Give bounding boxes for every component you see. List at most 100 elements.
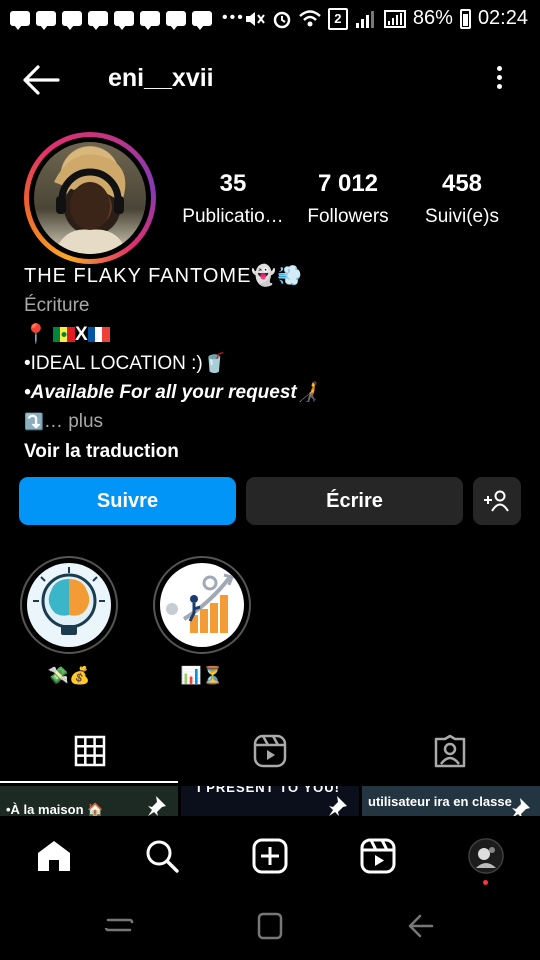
bio-line-ideal: •IDEAL LOCATION :)🥤 xyxy=(24,353,227,374)
reels-icon xyxy=(360,838,396,874)
dot-icon xyxy=(496,75,502,80)
growth-chart-icon xyxy=(166,573,234,633)
highlight-cover xyxy=(20,556,118,654)
clock: 02:24 xyxy=(477,7,528,29)
bio-line-available: •Available For all your request🧑‍🦯 xyxy=(24,382,321,403)
follow-button[interactable]: Suivre xyxy=(19,477,236,525)
battery-percentage: 86% xyxy=(412,7,453,29)
following-stat[interactable]: 458 Suivi(e)s xyxy=(416,170,508,228)
message-notification-icon xyxy=(114,10,134,30)
highlight-item[interactable]: 💸💰 xyxy=(17,556,121,686)
home-icon xyxy=(38,841,70,871)
wifi-icon xyxy=(299,9,321,26)
active-tab-indicator xyxy=(0,781,178,783)
message-notification-icon xyxy=(10,10,30,30)
more-link[interactable]: … plus xyxy=(44,411,103,432)
highlight-label: 📊⏳ xyxy=(180,666,224,685)
status-bar: ••• 2 86% 02:24 xyxy=(0,0,540,38)
nav-create[interactable] xyxy=(250,836,290,876)
username-title: eni__xvii xyxy=(108,64,214,92)
tagged-user-icon xyxy=(434,734,466,768)
bio-more-row[interactable]: ⤵️… plus xyxy=(24,407,524,437)
highlight-item[interactable]: 📊⏳ xyxy=(150,556,254,686)
more-notifications-icon: ••• xyxy=(222,9,245,26)
display-name: THE FLAKY FANTOME👻💨 xyxy=(24,265,304,287)
avatar-frame xyxy=(29,137,151,259)
profile-avatar-icon xyxy=(468,838,504,874)
profile-header: eni__xvii xyxy=(0,50,540,110)
dot-icon xyxy=(496,84,502,89)
message-notification-icon xyxy=(166,10,186,30)
post-thumbnail-text: •À la maison 🏠 xyxy=(6,802,104,816)
post-thumbnail-text: I PRESENT TO YOU! xyxy=(197,786,340,795)
sim-slot-badge: 2 xyxy=(327,7,348,30)
message-notification-icon xyxy=(62,10,82,30)
post-thumbnail-text: utilisateur ira en classe xyxy=(368,794,512,809)
tab-tagged[interactable] xyxy=(360,720,540,782)
highlight-cover xyxy=(153,556,251,654)
message-notification-icon xyxy=(140,10,160,30)
home-square-icon xyxy=(257,912,283,940)
profile-photo xyxy=(54,154,128,254)
translate-link[interactable]: Voir la traduction xyxy=(24,437,524,466)
message-notification-icon xyxy=(88,10,108,30)
search-icon xyxy=(146,840,179,873)
posts-count: 35 xyxy=(219,170,247,197)
nav-reels[interactable] xyxy=(358,836,398,876)
grid-icon xyxy=(74,735,106,767)
post-thumbnail[interactable]: utilisateur ira en classe xyxy=(362,786,540,816)
recent-apps-button[interactable] xyxy=(100,908,140,944)
arrow-down-icon: ⤵️ xyxy=(24,414,44,431)
message-button[interactable]: Écrire xyxy=(246,477,463,525)
notification-icons: ••• xyxy=(10,9,245,30)
notification-dot xyxy=(483,880,488,885)
posts-stat[interactable]: 35 Publicatio… xyxy=(176,170,290,228)
following-label: Suivi(e)s xyxy=(425,206,499,227)
signal-strength-icon xyxy=(383,9,406,28)
message-notification-icon xyxy=(192,10,212,30)
pin-icon xyxy=(329,796,347,816)
avatar-thumbnail xyxy=(468,838,504,874)
back-arrow-icon xyxy=(408,914,434,938)
suggest-users-button[interactable] xyxy=(473,477,521,525)
dot-icon xyxy=(496,66,502,71)
post-thumbnail[interactable]: I PRESENT TO YOU! xyxy=(181,786,359,816)
reels-icon xyxy=(253,734,287,768)
signal-icon xyxy=(355,10,374,28)
followers-stat[interactable]: 7 012 Followers xyxy=(296,170,400,228)
highlight-thumbnail xyxy=(160,563,244,647)
battery-icon xyxy=(459,8,471,29)
back-button[interactable] xyxy=(22,62,62,98)
posts-grid: •À la maison 🏠 I PRESENT TO YOU! utilisa… xyxy=(0,786,540,816)
location-pin-icon: 📍 xyxy=(24,324,48,345)
followers-label: Followers xyxy=(307,206,389,227)
highlight-thumbnail xyxy=(27,563,111,647)
add-post-icon xyxy=(252,838,288,874)
brain-lightbulb-icon xyxy=(33,567,105,635)
profile-category: Écriture xyxy=(24,295,90,316)
tab-reels[interactable] xyxy=(180,720,360,782)
nav-home[interactable] xyxy=(34,836,74,876)
home-system-button[interactable] xyxy=(250,908,290,944)
highlight-label: 💸💰 xyxy=(47,666,91,685)
profile-tabs xyxy=(0,720,540,784)
more-options-button[interactable] xyxy=(494,66,504,94)
nav-search[interactable] xyxy=(142,836,182,876)
message-notification-icon xyxy=(36,10,56,30)
avatar[interactable] xyxy=(34,142,146,254)
flag-separator: X xyxy=(74,324,88,345)
profile-bio: THE FLAKY FANTOME👻💨 Écriture 📍 X •IDEAL … xyxy=(24,262,524,466)
arrow-left-icon xyxy=(23,65,60,95)
system-navigation-bar xyxy=(0,892,540,960)
followers-count: 7 012 xyxy=(317,170,379,197)
pin-icon xyxy=(148,796,166,816)
nav-profile[interactable] xyxy=(466,836,506,885)
france-flag-icon xyxy=(87,327,110,342)
back-system-button[interactable] xyxy=(400,908,440,944)
story-ring[interactable] xyxy=(24,132,156,264)
add-user-icon xyxy=(484,490,509,512)
tab-posts-grid[interactable] xyxy=(0,720,180,782)
mute-icon xyxy=(245,11,265,26)
post-thumbnail[interactable]: •À la maison 🏠 xyxy=(0,786,178,816)
following-count: 458 xyxy=(441,170,483,197)
